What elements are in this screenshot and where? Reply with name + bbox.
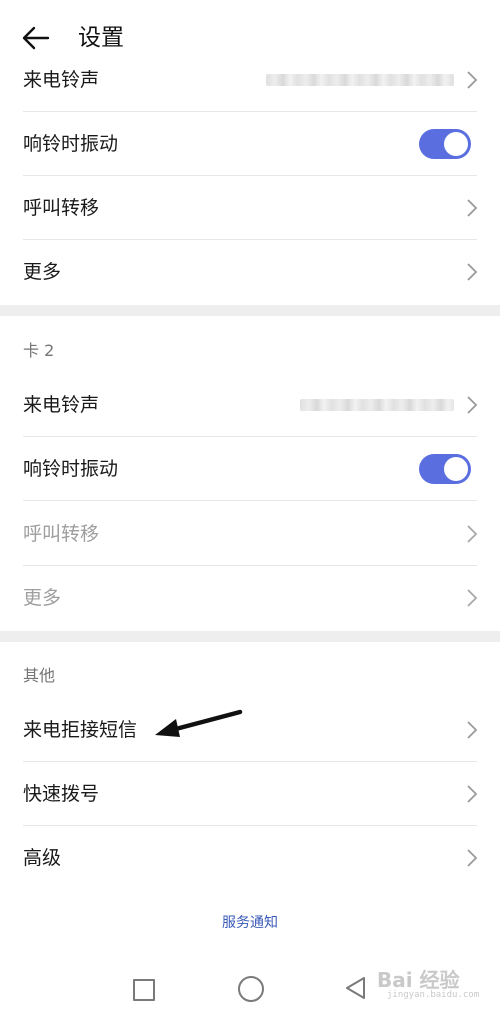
row-label: 呼叫转移 bbox=[23, 523, 100, 545]
row-label: 快速拨号 bbox=[23, 783, 100, 805]
row-label: 来电铃声 bbox=[23, 69, 100, 91]
ringtone-row-card2[interactable]: 来电铃声 bbox=[0, 373, 500, 437]
chevron-right-icon bbox=[467, 589, 478, 607]
row-label: 来电铃声 bbox=[23, 394, 100, 416]
row-label: 来电拒接短信 bbox=[23, 719, 138, 741]
toggle-knob bbox=[444, 457, 468, 481]
ringtone-value-blurred bbox=[266, 74, 454, 86]
watermark-text: Bai 经验 bbox=[377, 968, 460, 992]
settings-page: 设置 来电铃声 响铃时振动 呼叫转移 更多 卡 2 来电铃声 响铃时振动 呼叫转… bbox=[0, 0, 500, 1018]
chevron-right-icon bbox=[467, 263, 478, 281]
ringtone-row-card1[interactable]: 来电铃声 bbox=[0, 48, 500, 112]
circle-icon[interactable] bbox=[238, 976, 264, 1002]
ringtone-value-blurred bbox=[300, 399, 454, 411]
divider bbox=[23, 500, 477, 501]
chevron-right-icon bbox=[467, 199, 478, 217]
toggle-knob bbox=[444, 132, 468, 156]
watermark-sub: jingyan.baidu.com bbox=[387, 990, 480, 1000]
chevron-right-icon bbox=[467, 525, 478, 543]
vibrate-toggle[interactable] bbox=[419, 454, 471, 484]
vibrate-row-card1[interactable]: 响铃时振动 bbox=[0, 112, 500, 176]
section-separator bbox=[0, 631, 500, 642]
chevron-right-icon bbox=[467, 721, 478, 739]
row-label: 高级 bbox=[23, 847, 62, 869]
section-separator bbox=[0, 305, 500, 316]
speed-dial-row[interactable]: 快速拨号 bbox=[0, 762, 500, 826]
more-row-card2[interactable]: 更多 bbox=[0, 566, 500, 630]
section-header-other: 其他 bbox=[23, 666, 56, 685]
reject-sms-row[interactable]: 来电拒接短信 bbox=[0, 698, 500, 762]
annotation-arrow-icon bbox=[155, 709, 243, 737]
section-header-card2: 卡 2 bbox=[23, 341, 55, 360]
chevron-right-icon bbox=[467, 849, 478, 867]
vibrate-toggle[interactable] bbox=[419, 129, 471, 159]
service-notice-link[interactable]: 服务通知 bbox=[0, 912, 500, 932]
row-label: 更多 bbox=[23, 587, 62, 609]
more-row-card1[interactable]: 更多 bbox=[0, 240, 500, 304]
advanced-row[interactable]: 高级 bbox=[0, 826, 500, 890]
row-label: 呼叫转移 bbox=[23, 197, 100, 219]
call-forwarding-row-card2[interactable]: 呼叫转移 bbox=[0, 502, 500, 566]
chevron-right-icon bbox=[467, 785, 478, 803]
square-icon[interactable] bbox=[133, 979, 155, 1001]
chevron-right-icon bbox=[467, 396, 478, 414]
chevron-right-icon bbox=[467, 71, 478, 89]
call-forwarding-row-card1[interactable]: 呼叫转移 bbox=[0, 176, 500, 240]
row-label: 更多 bbox=[23, 261, 62, 283]
row-label: 响铃时振动 bbox=[23, 133, 119, 155]
triangle-back-icon[interactable] bbox=[343, 975, 369, 1001]
row-label: 响铃时振动 bbox=[23, 458, 119, 480]
watermark: Bai 经验 jingyan.baidu.com bbox=[377, 964, 479, 1004]
vibrate-row-card2[interactable]: 响铃时振动 bbox=[0, 437, 500, 501]
arrow-left-icon bbox=[22, 26, 50, 50]
